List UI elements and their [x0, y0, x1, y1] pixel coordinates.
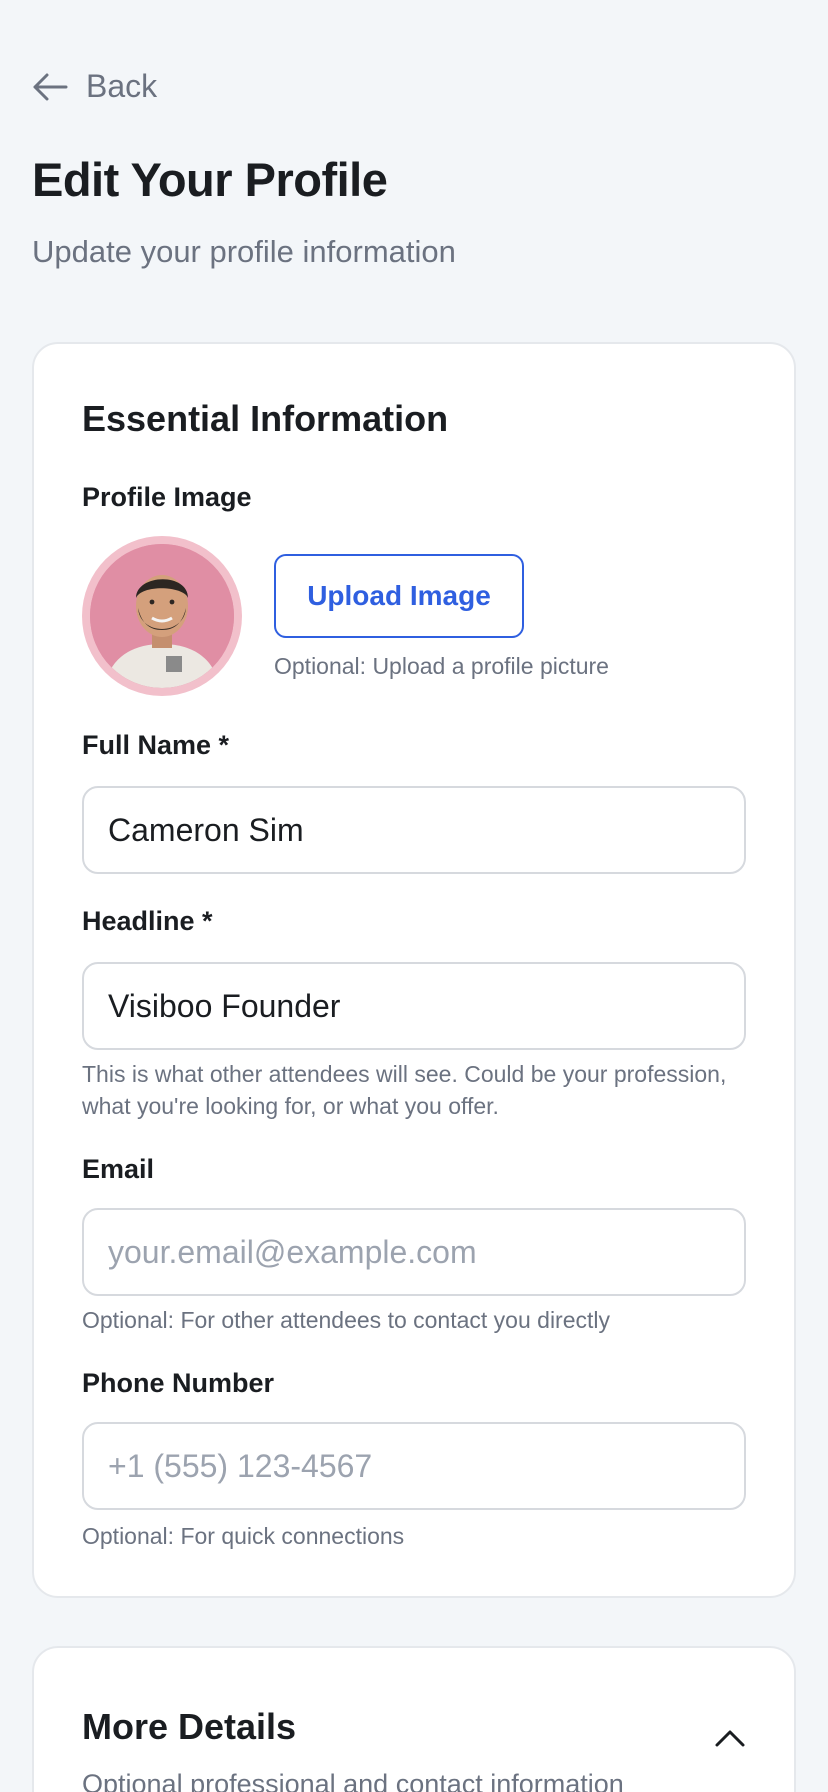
back-button[interactable]: Back — [32, 68, 157, 105]
profile-image-helper: Optional: Upload a profile picture — [274, 653, 609, 679]
back-label: Back — [86, 68, 158, 104]
page-title: Edit Your Profile — [32, 153, 388, 206]
chevron-up-icon[interactable] — [710, 1718, 750, 1758]
headline-label: Headline * — [82, 906, 213, 936]
more-details-subtitle: Optional professional and contact inform… — [82, 1769, 624, 1792]
edit-profile-page: Back Edit Your Profile Update your profi… — [0, 0, 828, 1792]
section-title-more-details: More Details — [82, 1706, 297, 1747]
headline-helper: This is what other attendees will see. C… — [82, 1061, 727, 1119]
full-name-label: Full Name * — [82, 730, 230, 760]
more-details-card[interactable]: More Details Optional professional and c… — [32, 1646, 796, 1792]
headline-input[interactable] — [82, 962, 746, 1050]
full-name-input[interactable] — [82, 786, 746, 874]
arrow-left-icon — [32, 72, 68, 102]
avatar-photo — [90, 544, 234, 688]
email-helper: Optional: For other attendees to contact… — [82, 1307, 611, 1333]
phone-number-field[interactable] — [82, 1422, 746, 1510]
phone-label: Phone Number — [82, 1368, 275, 1398]
email-field[interactable] — [82, 1208, 746, 1296]
avatar[interactable] — [82, 536, 242, 696]
essential-information-card: Essential Information Profile Image Uplo… — [32, 342, 796, 1598]
section-title: Essential Information — [82, 398, 449, 439]
email-label: Email — [82, 1154, 155, 1184]
phone-helper: Optional: For quick connections — [82, 1523, 405, 1549]
profile-image-label: Profile Image — [82, 482, 252, 512]
upload-image-button[interactable]: Upload Image — [274, 554, 524, 638]
page-subtitle: Update your profile information — [32, 234, 456, 269]
